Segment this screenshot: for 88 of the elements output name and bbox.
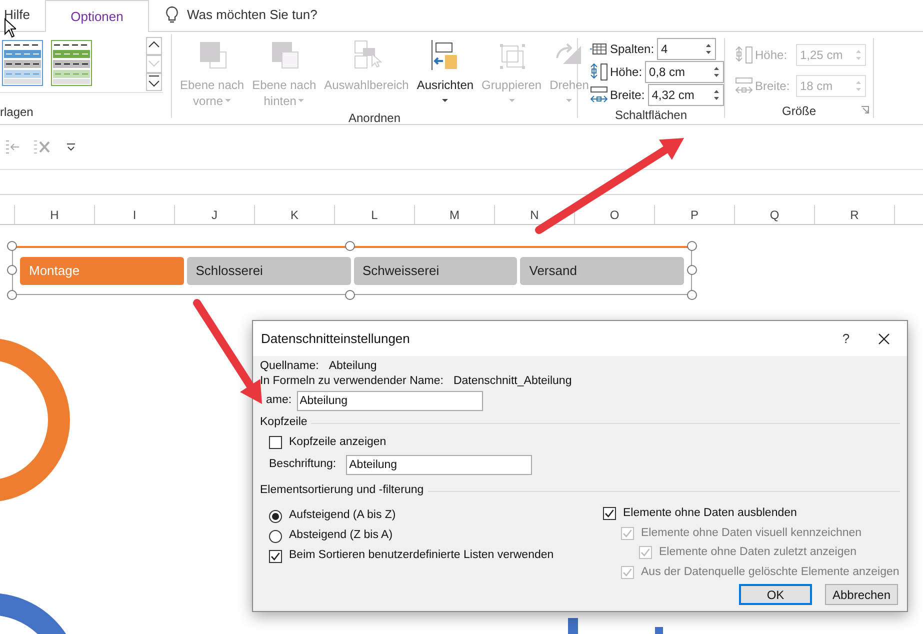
dialog-button[interactable]: OK: [739, 584, 812, 605]
column-header[interactable]: O: [575, 205, 655, 224]
more-icon[interactable]: [146, 73, 162, 91]
dialog-button[interactable]: Abbrechen: [825, 584, 898, 605]
column-header[interactable]: M: [415, 205, 495, 224]
ribbon-tab[interactable]: Optionen: [45, 0, 149, 32]
field-label: Höhe:: [610, 64, 642, 81]
tell-me-field[interactable]: Was möchten Sie tun?: [187, 5, 367, 25]
column-header[interactable]: L: [335, 205, 415, 224]
column-header[interactable]: Q: [735, 205, 815, 224]
resize-handle[interactable]: [345, 290, 355, 300]
checkbox[interactable]: [269, 436, 282, 449]
resize-handle[interactable]: [687, 241, 697, 251]
checkbox-label: Elemente ohne Daten zuletzt anzeigen: [659, 545, 857, 560]
slicer-button[interactable]: Schlosserei: [186, 257, 350, 285]
dialog-title: Datenschnitteinstellungen: [261, 330, 411, 348]
resize-handle[interactable]: [7, 241, 17, 251]
field-label: Quellname:: [260, 358, 319, 374]
column-header[interactable]: P: [655, 205, 735, 224]
column-header[interactable]: K: [255, 205, 335, 224]
slicer-button[interactable]: Schweisserei: [354, 257, 518, 285]
checkbox-label: Beim Sortieren benutzerdefinierte Listen verwenden: [289, 548, 554, 564]
field-value: Abteilung: [328, 358, 377, 374]
radio-button[interactable]: [269, 530, 282, 542]
move-left-icon[interactable]: [4, 139, 20, 155]
field-label: Spalten:: [610, 41, 654, 58]
checkbox-label: Aus der Datenquelle gelöschte Elemente anzeigen: [641, 564, 900, 580]
customize-icon[interactable]: [66, 142, 76, 152]
spinner-arrows-icon: [855, 79, 862, 93]
height-icon: [590, 63, 608, 81]
table-icon: [590, 43, 608, 55]
style-thumbnail[interactable]: [51, 40, 92, 86]
ribbon-button[interactable]: Ausrichten: [414, 38, 476, 109]
spinner-arrows-icon: [713, 65, 720, 79]
column-header[interactable]: J: [175, 205, 255, 224]
group-label: rlagen: [0, 104, 34, 119]
section-heading: Kopfzeile: [260, 415, 308, 430]
checkbox[interactable]: [269, 550, 282, 562]
section-heading: Elementsortierung und -filterung: [260, 483, 424, 498]
column-header[interactable]: H: [15, 205, 95, 224]
field-label: ame:: [266, 393, 292, 408]
checkbox-label: Kopfzeile anzeigen: [289, 434, 386, 450]
field-label: In Formeln zu verwendender Name:: [260, 374, 444, 389]
width-icon: [590, 86, 608, 104]
style-thumbnail[interactable]: [2, 40, 43, 86]
spinner-arrows-icon: [705, 42, 712, 56]
field-label: Höhe:: [755, 47, 788, 64]
mouse-pointer-icon: [4, 18, 16, 38]
radio-label: Aufsteigend (A bis Z): [289, 508, 396, 524]
group-label: Größe: [725, 102, 873, 118]
field-label: Breite:: [610, 87, 645, 104]
resize-handle[interactable]: [687, 290, 697, 300]
height-icon: [735, 46, 753, 64]
resize-handle[interactable]: [687, 265, 697, 275]
spin-field[interactable]: 0,8 cm: [645, 61, 724, 83]
radio-label: Absteigend (Z bis A): [289, 528, 393, 544]
delete-icon[interactable]: [32, 139, 50, 155]
text-field[interactable]: Abteilung: [346, 455, 532, 475]
help-button[interactable]: ?: [831, 328, 861, 348]
spinner-arrows-icon: [713, 88, 720, 102]
group-label: Schaltflächen: [614, 107, 688, 122]
checkbox-label: Elemente ohne Daten visuell kennzeichnen: [641, 526, 862, 541]
group-label: Anordnen: [347, 110, 402, 125]
resize-handle[interactable]: [7, 265, 17, 275]
checkbox[interactable]: [603, 507, 616, 520]
column-header[interactable]: N: [495, 205, 575, 224]
column-header[interactable]: R: [815, 205, 895, 224]
slicer-button[interactable]: Versand: [520, 257, 684, 285]
width-icon: [735, 77, 753, 95]
resize-handle[interactable]: [7, 290, 17, 300]
spin-field[interactable]: 4,32 cm: [648, 84, 724, 106]
dialog-launcher-icon[interactable]: [861, 106, 869, 114]
chart-bar: [655, 627, 663, 634]
radio-button[interactable]: [269, 510, 282, 522]
column-header[interactable]: I: [95, 205, 175, 224]
field-value: Datenschnitt_Abteilung: [453, 374, 572, 389]
spin-field[interactable]: 4: [657, 38, 716, 60]
chart-bar: [568, 618, 578, 634]
checkbox-label: Elemente ohne Daten ausblenden: [623, 506, 797, 522]
resize-handle[interactable]: [345, 241, 355, 251]
text-field[interactable]: Abteilung: [296, 391, 483, 411]
field-label: Beschriftung:: [269, 457, 336, 472]
close-icon: [878, 332, 890, 344]
field-label: Breite:: [755, 78, 791, 95]
scroll-up-icon[interactable]: [146, 37, 162, 55]
spinner-arrows-icon: [855, 48, 862, 62]
ribbon-tab[interactable]: Hilfe: [0, 0, 45, 31]
lightbulb-icon: [165, 6, 179, 24]
